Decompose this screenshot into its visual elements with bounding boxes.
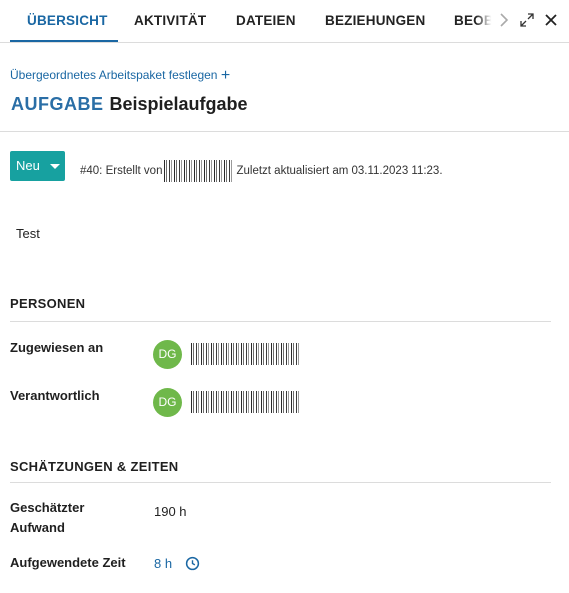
meta-updated: Zuletzt aktualisiert am 03.11.2023 11:23… <box>236 165 443 177</box>
responsible-name-redacted[interactable] <box>191 391 299 413</box>
tab-files[interactable]: DATEIEN <box>236 13 296 28</box>
redacted-author[interactable] <box>164 160 235 182</box>
people-divider <box>10 321 551 322</box>
caret-down-icon <box>50 164 60 169</box>
meta-created: #40: Erstellt von <box>80 165 163 177</box>
status-button[interactable]: Neu <box>10 151 65 181</box>
work-package-type[interactable]: AUFGABE <box>11 94 104 114</box>
estimated-label-line1: Geschätzter <box>10 500 85 515</box>
expand-icon[interactable] <box>519 12 535 28</box>
tab-activity[interactable]: AKTIVITÄT <box>134 13 206 28</box>
spent-time-value[interactable]: 8 h <box>154 556 172 571</box>
status-label: Neu <box>16 158 40 173</box>
active-tab-indicator <box>10 40 118 42</box>
estimated-value[interactable]: 190 h <box>154 504 187 519</box>
responsible-avatar: DG <box>153 388 182 417</box>
clock-icon[interactable] <box>185 556 200 571</box>
estimated-label-line2: Aufwand <box>10 520 65 535</box>
estimated-label: Geschätzter Aufwand <box>10 498 84 538</box>
work-package-subject: AUFGABE Beispielaufgabe <box>11 94 248 115</box>
estimates-section-title: SCHÄTZUNGEN & ZEITEN <box>10 459 179 474</box>
header-divider <box>0 131 569 132</box>
set-parent-link[interactable]: Übergeordnetes Arbeitspaket festlegen + <box>10 66 230 84</box>
chevron-right-icon[interactable] <box>496 12 512 28</box>
tab-fade <box>476 0 498 40</box>
plus-icon: + <box>220 67 231 84</box>
work-package-title[interactable]: Beispielaufgabe <box>110 94 248 114</box>
assignee-name-redacted[interactable] <box>191 343 299 365</box>
tab-relations[interactable]: BEZIEHUNGEN <box>325 13 425 28</box>
spent-time-label: Aufgewendete Zeit <box>10 555 126 570</box>
responsible-label: Verantwortlich <box>10 388 100 403</box>
close-icon[interactable] <box>543 12 559 28</box>
description[interactable]: Test <box>16 226 40 241</box>
estimates-divider <box>10 482 551 483</box>
work-package-meta: #40: Erstellt von Zuletzt aktualisiert a… <box>80 160 443 182</box>
people-section-title: PERSONEN <box>10 296 86 311</box>
assignee-avatar: DG <box>153 340 182 369</box>
assignee-label: Zugewiesen an <box>10 340 104 355</box>
tab-overview[interactable]: ÜBERSICHT <box>27 13 108 28</box>
set-parent-label: Übergeordnetes Arbeitspaket festlegen <box>10 68 218 82</box>
tab-bar: ÜBERSICHT AKTIVITÄT DATEIEN BEZIEHUNGEN … <box>0 0 569 43</box>
